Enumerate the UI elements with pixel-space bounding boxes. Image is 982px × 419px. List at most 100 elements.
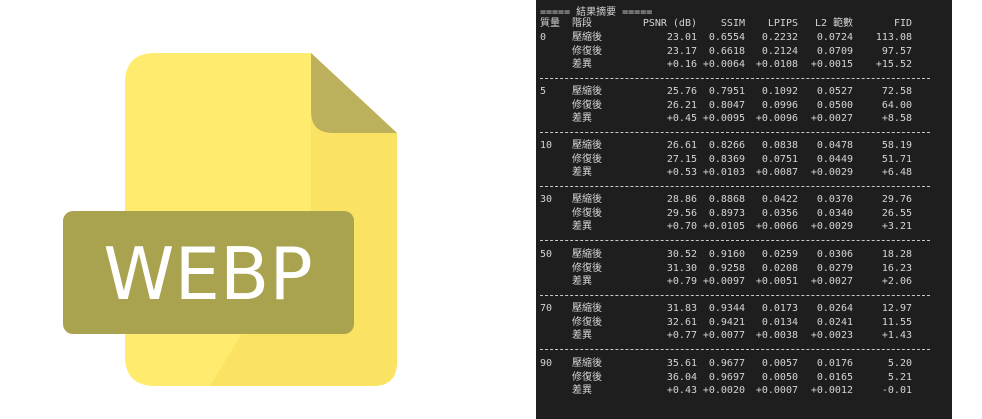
l2-value: 0.0527 [816, 86, 853, 97]
ssim-value: 0.9344 [708, 303, 745, 314]
psnr-value: 31.83 [666, 303, 697, 314]
ssim-value: 0.8369 [708, 153, 745, 165]
format-badge-label: WEBP [103, 232, 313, 316]
psnr-value: 26.21 [666, 99, 697, 111]
ssim-value: +0.0103 [702, 167, 745, 178]
lpips-value: +0.0096 [755, 113, 798, 124]
fid-value: 11.55 [881, 316, 912, 328]
stage-label: 壓縮後 [572, 194, 602, 205]
stage-label: 修復後 [572, 371, 602, 383]
stage-label: 修復後 [572, 45, 602, 57]
group-separator [540, 349, 930, 350]
fid-value: 12.97 [881, 303, 912, 314]
fid-value: +15.52 [875, 59, 912, 70]
col-l2-header: L2 範數 [814, 18, 853, 29]
quality-value: 10 [540, 140, 553, 151]
col-quality-header: 質量 [540, 18, 560, 29]
ssim-value: 0.9160 [708, 249, 745, 260]
group-separator [540, 78, 930, 79]
stage-label: 差異 [572, 113, 592, 124]
psnr-value: +0.43 [666, 385, 697, 396]
stage-label: 壓縮後 [572, 32, 602, 43]
psnr-value: 27.15 [666, 153, 697, 165]
ssim-value: +0.0105 [702, 221, 745, 232]
quality-value: 30 [540, 194, 553, 205]
ssim-value: +0.0020 [702, 385, 745, 396]
psnr-value: +0.53 [666, 167, 697, 178]
fid-value: 16.23 [881, 262, 912, 274]
table-row: 差異 +0.43 +0.0020 +0.0007 +0.0012 -0.01 [536, 384, 952, 397]
stage-label: 差異 [572, 330, 592, 341]
lpips-value: 0.0057 [761, 358, 798, 369]
stage-label: 修復後 [572, 207, 602, 219]
psnr-value: +0.77 [666, 330, 697, 341]
col-psnr-header: PSNR (dB) [642, 18, 697, 29]
group-separator [540, 132, 930, 133]
l2-value: 0.0500 [816, 99, 853, 111]
folded-corner-shape [311, 53, 397, 133]
psnr-value: 23.01 [666, 32, 697, 43]
fid-value: +8.58 [881, 113, 912, 124]
lpips-value: +0.0051 [755, 276, 798, 287]
fid-value: +2.06 [881, 276, 912, 287]
lpips-value: 0.0173 [761, 303, 798, 314]
ssim-value: 0.8973 [708, 207, 745, 219]
table-row: 差異 +0.53 +0.0103 +0.0087 +0.0029 +6.48 [536, 166, 952, 179]
fid-value: 58.19 [881, 140, 912, 151]
fid-value: 5.21 [887, 371, 912, 383]
psnr-value: 28.86 [666, 194, 697, 205]
lpips-value: +0.0007 [755, 385, 798, 396]
stage-label: 修復後 [572, 153, 602, 165]
l2-value: 0.0176 [816, 358, 853, 369]
table-row: 50 壓縮後 30.52 0.9160 0.0259 0.0306 18.28 [536, 248, 952, 261]
stage-label: 壓縮後 [572, 140, 602, 151]
stage-label: 差異 [572, 276, 592, 287]
lpips-value: +0.0038 [755, 330, 798, 341]
quality-value: 70 [540, 303, 553, 314]
stage-label: 壓縮後 [572, 249, 602, 260]
lpips-value: 0.0134 [761, 316, 798, 328]
table-row: 修復後 26.21 0.8047 0.0996 0.0500 64.00 [536, 99, 952, 112]
l2-value: +0.0027 [810, 276, 853, 287]
table-row: 0 壓縮後 23.01 0.6554 0.2232 0.0724 113.08 [536, 31, 952, 44]
fid-value: 72.58 [881, 86, 912, 97]
stage-label: 修復後 [572, 262, 602, 274]
l2-value: +0.0027 [810, 113, 853, 124]
table-row: 90 壓縮後 35.61 0.9677 0.0057 0.0176 5.20 [536, 357, 952, 370]
ssim-value: 0.6554 [708, 32, 745, 43]
lpips-value: +0.0087 [755, 167, 798, 178]
ssim-value: 0.7951 [708, 86, 745, 97]
l2-value: 0.0241 [816, 316, 853, 328]
l2-value: +0.0029 [810, 221, 853, 232]
col-fid-header: FID [893, 18, 912, 29]
table-row: 差異 +0.70 +0.0105 +0.0066 +0.0029 +3.21 [536, 220, 952, 233]
table-row: 差異 +0.77 +0.0077 +0.0038 +0.0023 +1.43 [536, 329, 952, 342]
stage-label: 修復後 [572, 99, 602, 111]
l2-value: 0.0370 [816, 194, 853, 205]
lpips-value: 0.0356 [761, 207, 798, 219]
col-stage-header: 階段 [572, 18, 592, 29]
psnr-value: 35.61 [666, 358, 697, 369]
stage-label: 差異 [572, 59, 592, 70]
psnr-value: +0.79 [666, 276, 697, 287]
quality-value: 50 [540, 249, 553, 260]
l2-value: +0.0029 [810, 167, 853, 178]
quality-value: 90 [540, 358, 553, 369]
ssim-value: +0.0064 [702, 59, 745, 70]
l2-value: 0.0306 [816, 249, 853, 260]
psnr-value: +0.16 [666, 59, 697, 70]
fid-value: +3.21 [881, 221, 912, 232]
lpips-value: 0.0751 [761, 153, 798, 165]
ssim-value: 0.8266 [708, 140, 745, 151]
psnr-value: 32.61 [666, 316, 697, 328]
stage-label: 差異 [572, 221, 592, 232]
table-row: 10 壓縮後 26.61 0.8266 0.0838 0.0478 58.19 [536, 139, 952, 152]
stage-label: 壓縮後 [572, 358, 602, 369]
table-row: 差異 +0.45 +0.0095 +0.0096 +0.0027 +8.58 [536, 112, 952, 125]
l2-value: 0.0724 [816, 32, 853, 43]
fid-value: 64.00 [881, 99, 912, 111]
table-row: 修復後 23.17 0.6618 0.2124 0.0709 97.57 [536, 45, 952, 58]
psnr-value: +0.45 [666, 113, 697, 124]
quality-value: 0 [540, 32, 547, 43]
fid-value: +6.48 [881, 167, 912, 178]
